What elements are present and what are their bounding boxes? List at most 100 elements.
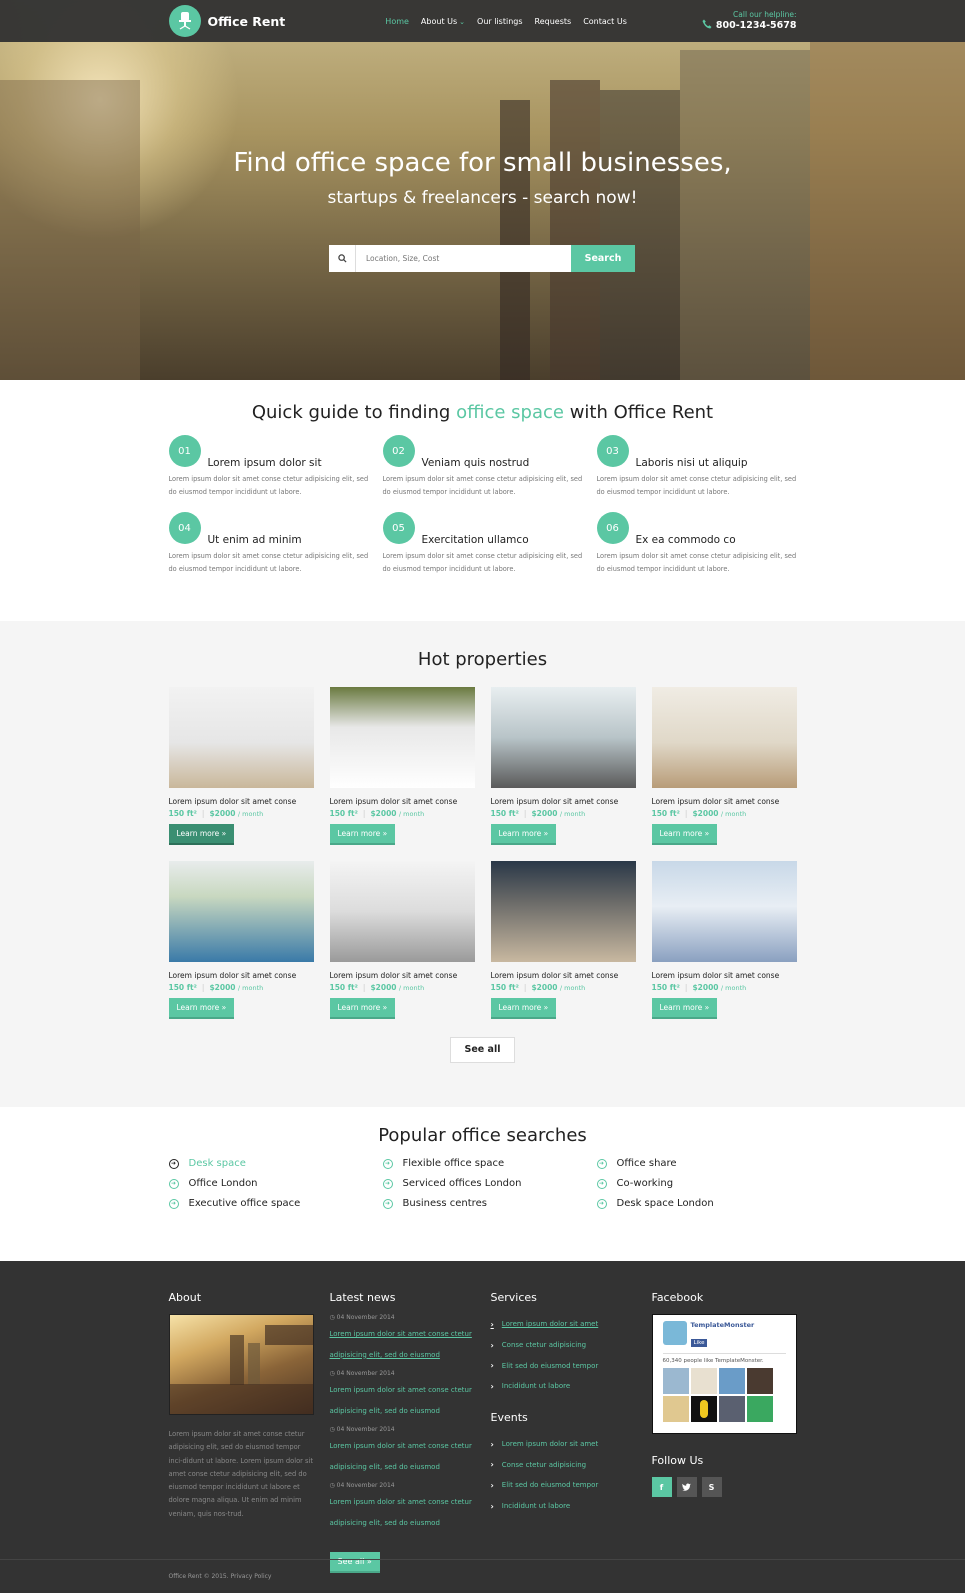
learn-more-button[interactable]: Learn more » (651, 998, 718, 1019)
logo[interactable]: Office Rent (168, 5, 285, 37)
about-image (168, 1314, 314, 1415)
property-image[interactable] (651, 687, 797, 788)
step-title: Laboris nisi ut aliquip (635, 457, 748, 469)
service-link[interactable]: › Incididunt ut labore (491, 1376, 636, 1397)
popular-search-link[interactable]: ➜ Desk space (168, 1158, 383, 1169)
nav-about-us[interactable]: About Us ⌄ (421, 17, 465, 26)
learn-more-button[interactable]: Learn more » (329, 824, 396, 845)
nav-requests[interactable]: Requests (535, 17, 572, 26)
learn-more-button[interactable]: Learn more » (490, 824, 557, 845)
guide-step: 05 Exercitation ullamco Lorem ipsum dolor … (382, 512, 597, 576)
search-icon (329, 245, 356, 272)
hot-title: Hot properties (417, 649, 548, 670)
learn-more-button[interactable]: Learn more » (168, 998, 235, 1019)
service-link[interactable]: › Conse ctetur adipisicing (491, 1335, 636, 1356)
copyright-text: Office Rent © 2015. Privacy Policy (168, 1573, 272, 1580)
popular-search-link[interactable]: ➜ Office share (596, 1158, 811, 1169)
about-text: Lorem ipsum dolor sit amet conse ctetur … (168, 1430, 314, 1518)
property-period: / month (237, 810, 264, 818)
property-image[interactable] (651, 861, 797, 962)
property-image[interactable] (168, 687, 314, 788)
popular-searches-section: Popular office searches ➜ Desk space ➜ Flex… (0, 1107, 965, 1261)
property-image[interactable] (490, 687, 636, 788)
property-card: Lorem ipsum dolor sit amet conse 150 ft² |… (651, 861, 797, 1019)
learn-more-button[interactable]: Learn more » (168, 824, 235, 845)
meta-divider: | (362, 809, 366, 818)
service-link[interactable]: › Lorem ipsum dolor sit amet (491, 1314, 636, 1335)
popular-search-link[interactable]: ➜ Co-working (596, 1178, 811, 1189)
event-link[interactable]: › Lorem ipsum dolor sit amet (491, 1434, 636, 1455)
service-label: Elit sed do eiusmod tempor (501, 1361, 599, 1370)
main-nav: Home About Us ⌄ Our listings Requests Con… (385, 17, 627, 26)
news-link[interactable]: Lorem ipsum dolor sit amet conse ctetur … (330, 1442, 472, 1471)
property-title[interactable]: Lorem ipsum dolor sit amet conse (169, 971, 314, 980)
events-list: › Lorem ipsum dolor sit amet › Conse ctetur… (491, 1434, 636, 1517)
news-date: ◷ 04 November 2014 (330, 1370, 475, 1377)
popular-search-label: Flexible office space (402, 1158, 505, 1169)
property-meta: 150 ft² | $2000 / month (491, 983, 636, 992)
footer-news: Latest news ◷ 04 November 2014 Lorem ipsu… (329, 1291, 475, 1573)
event-link[interactable]: › Incididunt ut labore (491, 1496, 636, 1517)
search-button[interactable]: Search (571, 245, 635, 272)
guide-steps: 01 Lorem ipsum dolor sit Lorem ipsum dolor… (168, 435, 797, 576)
popular-search-link[interactable]: ➜ Serviced offices London (382, 1178, 597, 1189)
property-image[interactable] (329, 687, 475, 788)
hot-properties-section: Hot properties Lorem ipsum dolor sit ame… (0, 621, 965, 1107)
helpline-number[interactable]: 800-1234-5678 (716, 20, 797, 31)
news-link[interactable]: Lorem ipsum dolor sit amet conse ctetur … (330, 1498, 472, 1527)
event-link[interactable]: › Elit sed do eiusmod tempor (491, 1475, 636, 1496)
skype-icon[interactable]: S (701, 1477, 722, 1497)
fb-page-name[interactable]: TemplateMonster (691, 1321, 755, 1329)
property-size: 150 ft² (168, 983, 197, 992)
popular-search-link[interactable]: ➜ Desk space London (596, 1198, 811, 1209)
twitter-icon[interactable] (676, 1477, 697, 1497)
popular-search-link[interactable]: ➜ Business centres (382, 1198, 597, 1209)
nav-contact-us[interactable]: Contact Us (583, 17, 627, 26)
meta-divider: | (684, 983, 688, 992)
property-title[interactable]: Lorem ipsum dolor sit amet conse (330, 971, 475, 980)
learn-more-button[interactable]: Learn more » (651, 824, 718, 845)
property-image[interactable] (168, 861, 314, 962)
guide-step: 02 Veniam quis nostrud Lorem ipsum dolor s… (382, 435, 597, 499)
fb-fan-avatar (690, 1368, 717, 1394)
fb-like-button[interactable]: Like (690, 1339, 708, 1347)
popular-search-link[interactable]: ➜ Office London (168, 1178, 383, 1189)
property-image[interactable] (490, 861, 636, 962)
see-all-properties-button[interactable]: See all (450, 1037, 515, 1063)
step-number: 04 (168, 512, 201, 544)
event-link[interactable]: › Conse ctetur adipisicing (491, 1454, 636, 1475)
fb-fans-grid (662, 1368, 786, 1422)
property-card: Lorem ipsum dolor sit amet conse 150 ft² |… (490, 687, 636, 845)
nav-home[interactable]: Home (385, 17, 409, 26)
chevron-right-icon: › (490, 1501, 494, 1511)
search-input[interactable] (356, 245, 571, 272)
arrow-circle-icon: ➜ (382, 1198, 393, 1209)
news-link[interactable]: Lorem ipsum dolor sit amet conse ctetur … (330, 1330, 472, 1359)
popular-search-link[interactable]: ➜ Executive office space (168, 1198, 383, 1209)
property-title[interactable]: Lorem ipsum dolor sit amet conse (652, 971, 797, 980)
facebook-icon[interactable]: f (651, 1477, 672, 1497)
property-title[interactable]: Lorem ipsum dolor sit amet conse (491, 971, 636, 980)
meta-divider: | (201, 809, 205, 818)
property-size: 150 ft² (329, 809, 358, 818)
property-title[interactable]: Lorem ipsum dolor sit amet conse (652, 797, 797, 806)
nav-about-label: About Us (420, 16, 458, 26)
property-size: 150 ft² (490, 809, 519, 818)
nav-our-listings[interactable]: Our listings (477, 17, 523, 26)
arrow-circle-icon: ➜ (596, 1198, 607, 1209)
service-link[interactable]: › Elit sed do eiusmod tempor (491, 1355, 636, 1376)
property-image[interactable] (329, 861, 475, 962)
services-list: › Lorem ipsum dolor sit amet › Conse ctetur… (491, 1314, 636, 1397)
property-title[interactable]: Lorem ipsum dolor sit amet conse (330, 797, 475, 806)
property-card: Lorem ipsum dolor sit amet conse 150 ft² |… (651, 687, 797, 845)
property-price: $2000 (531, 809, 558, 818)
property-title[interactable]: Lorem ipsum dolor sit amet conse (491, 797, 636, 806)
popular-search-link[interactable]: ➜ Flexible office space (382, 1158, 597, 1169)
learn-more-button[interactable]: Learn more » (329, 998, 396, 1019)
popular-search-label: Co-working (616, 1178, 674, 1189)
meta-divider: | (684, 809, 688, 818)
property-title[interactable]: Lorem ipsum dolor sit amet conse (169, 797, 314, 806)
news-link[interactable]: Lorem ipsum dolor sit amet conse ctetur … (330, 1386, 472, 1415)
learn-more-button[interactable]: Learn more » (490, 998, 557, 1019)
news-date-text: 04 November 2014 (336, 1314, 395, 1321)
